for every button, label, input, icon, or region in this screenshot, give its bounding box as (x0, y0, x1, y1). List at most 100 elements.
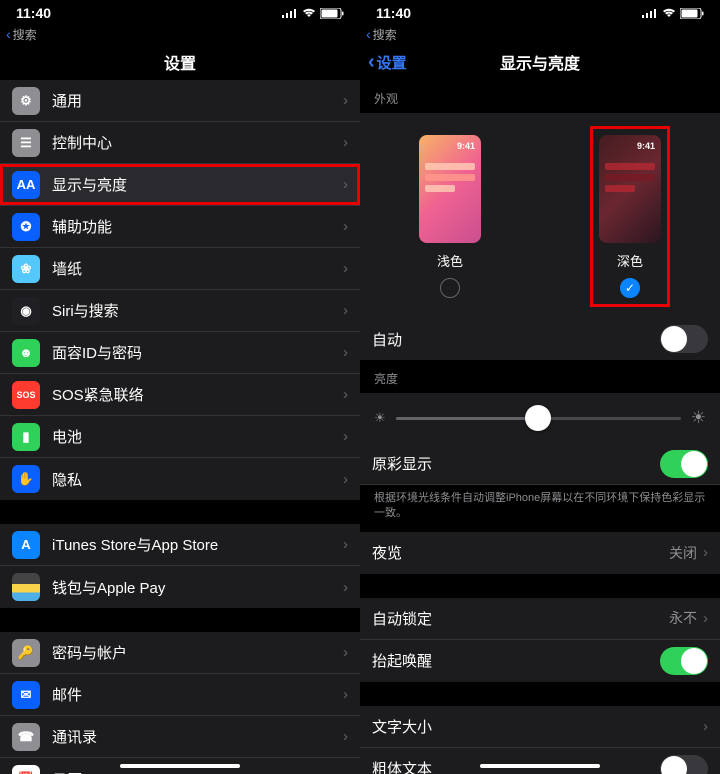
chevron-right-icon: › (343, 579, 348, 596)
light-thumbnail: 9:41 (419, 135, 481, 243)
wallpaper-icon: ❀ (12, 255, 40, 283)
truetone-label: 原彩显示 (372, 453, 660, 474)
brightness-slider-row: ☀︎ ☀︎ (360, 393, 720, 443)
autolock-label: 自动锁定 (372, 608, 669, 629)
chevron-left-icon: ‹ (6, 26, 11, 42)
auto-row[interactable]: 自动 (360, 318, 720, 360)
status-indicators (642, 8, 704, 19)
chevron-right-icon: › (343, 218, 348, 235)
nightshift-row[interactable]: 夜览 关闭 › (360, 532, 720, 574)
chevron-right-icon: › (343, 471, 348, 488)
chevron-right-icon: › (343, 176, 348, 193)
settings-row-hand[interactable]: ✋ 隐私› (0, 458, 360, 500)
siri-icon: ◉ (12, 297, 40, 325)
display-settings-content[interactable]: 外观 9:41 浅色 9:41 深色 ✓ 自动 (360, 80, 720, 774)
faceid-icon: ☻ (12, 339, 40, 367)
settings-row-siri[interactable]: ◉ Siri与搜索› (0, 290, 360, 332)
dark-label: 深色 (617, 251, 643, 270)
autolock-value: 永不 (669, 608, 697, 628)
wallet-icon (12, 573, 40, 601)
chevron-right-icon: › (343, 302, 348, 319)
settings-row-sliders[interactable]: ☰控制中心› (0, 122, 360, 164)
row-label: 面容ID与密码 (52, 342, 343, 363)
search-label: 搜索 (13, 26, 37, 43)
status-time: 11:40 (376, 5, 411, 21)
settings-row-wallet[interactable]: 钱包与Apple Pay› (0, 566, 360, 608)
auto-toggle[interactable] (660, 325, 708, 353)
title-bar: 设置 (0, 44, 360, 80)
row-label: 通讯录 (52, 726, 343, 747)
settings-row-wallpaper[interactable]: ❀ 墙纸› (0, 248, 360, 290)
brightness-label: 亮度 (360, 360, 720, 393)
mail-icon: ✉ (12, 681, 40, 709)
truetone-row[interactable]: 原彩显示 (360, 443, 720, 485)
brightness-slider[interactable] (396, 417, 681, 420)
sos-icon: SOS (12, 381, 40, 409)
settings-list[interactable]: ⚙通用›☰控制中心›AA显示与亮度›✪辅助功能›❀墙纸›◉Siri与搜索›☻面容… (0, 80, 360, 774)
contacts-icon: ☎ (12, 723, 40, 751)
chevron-right-icon: › (343, 386, 348, 403)
settings-row-mail[interactable]: ✉邮件› (0, 674, 360, 716)
wifi-icon (662, 8, 676, 18)
settings-row-key[interactable]: 🔑密码与帐户› (0, 632, 360, 674)
textsize-label: 文字大小 (372, 716, 703, 737)
settings-row-contacts[interactable]: ☎通讯录› (0, 716, 360, 758)
light-label: 浅色 (437, 251, 463, 270)
raise-toggle[interactable] (660, 647, 708, 675)
settings-row-text-size[interactable]: AA显示与亮度› (0, 164, 360, 206)
bold-toggle[interactable] (660, 755, 708, 774)
search-back[interactable]: ‹ 搜索 (360, 24, 720, 44)
truetone-toggle[interactable] (660, 450, 708, 478)
settings-screen: 11:40 ‹ 搜索 设置 ⚙通用›☰控制中心›AA显示与亮度›✪辅助功能› ❀ 墙… (0, 0, 360, 774)
settings-row-sos[interactable]: SOS SOS紧急联络› (0, 374, 360, 416)
raise-row[interactable]: 抬起唤醒 (360, 640, 720, 682)
row-label: 钱包与Apple Pay (52, 577, 343, 598)
sun-high-icon: ☀︎ (691, 408, 706, 428)
appearance-picker: 9:41 浅色 9:41 深色 ✓ (360, 113, 720, 318)
page-title: 显示与亮度 (500, 50, 580, 74)
settings-row-battery[interactable]: ▮电池› (0, 416, 360, 458)
row-label: Siri与搜索 (52, 300, 343, 321)
signal-icon (642, 8, 658, 18)
bold-row[interactable]: 粗体文本 (360, 748, 720, 774)
settings-row-gear[interactable]: ⚙通用› (0, 80, 360, 122)
row-label: SOS紧急联络 (52, 384, 343, 405)
row-label: 日历 (52, 769, 343, 774)
dark-radio[interactable]: ✓ (620, 278, 640, 298)
appearance-option-light[interactable]: 9:41 浅色 (413, 129, 487, 304)
chevron-right-icon: › (343, 134, 348, 151)
chevron-right-icon: › (343, 644, 348, 661)
settings-row-accessibility[interactable]: ✪辅助功能› (0, 206, 360, 248)
chevron-right-icon: › (343, 771, 348, 774)
back-button[interactable]: ‹ 设置 (368, 44, 407, 80)
back-label: 设置 (377, 52, 407, 73)
row-label: 墙纸 (52, 258, 343, 279)
chevron-right-icon: › (343, 686, 348, 703)
hand-icon: ✋ (12, 465, 40, 493)
sliders-icon: ☰ (12, 129, 40, 157)
row-label: 通用 (52, 90, 343, 111)
home-indicator[interactable] (120, 764, 240, 768)
accessibility-icon: ✪ (12, 213, 40, 241)
battery-icon (680, 8, 704, 19)
battery-icon: ▮ (12, 423, 40, 451)
light-radio[interactable] (440, 278, 460, 298)
sun-low-icon: ☀︎ (374, 410, 386, 426)
search-label: 搜索 (373, 26, 397, 43)
status-time: 11:40 (16, 5, 51, 21)
textsize-row[interactable]: 文字大小 › (360, 706, 720, 748)
battery-icon (320, 8, 344, 19)
appstore-icon: A (12, 531, 40, 559)
nightshift-value: 关闭 (669, 543, 697, 563)
home-indicator[interactable] (480, 764, 600, 768)
settings-row-faceid[interactable]: ☻面容ID与密码› (0, 332, 360, 374)
appearance-option-dark[interactable]: 9:41 深色 ✓ (593, 129, 667, 304)
chevron-right-icon: › (343, 260, 348, 277)
row-label: 密码与帐户 (52, 642, 343, 663)
chevron-right-icon: › (703, 718, 708, 735)
row-label: 隐私 (52, 469, 343, 490)
nightshift-label: 夜览 (372, 542, 669, 563)
search-back[interactable]: ‹ 搜索 (0, 24, 360, 44)
autolock-row[interactable]: 自动锁定 永不 › (360, 598, 720, 640)
settings-row-appstore[interactable]: AiTunes Store与App Store› (0, 524, 360, 566)
